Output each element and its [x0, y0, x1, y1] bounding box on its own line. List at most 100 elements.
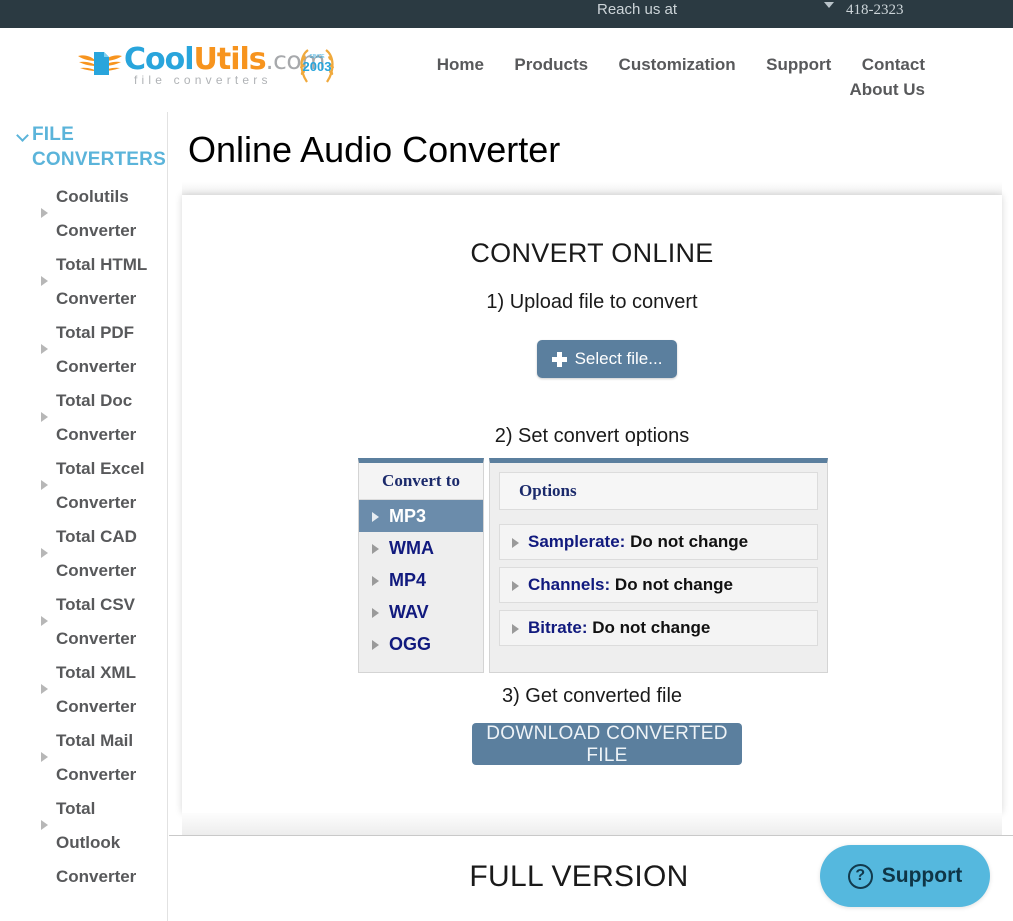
caret-right-icon: [372, 608, 379, 618]
option-name: Channels:: [528, 575, 611, 594]
caret-right-icon: [41, 616, 48, 626]
sidebar-item-label: Coolutils Converter: [56, 187, 137, 240]
caret-right-icon: [41, 752, 48, 762]
format-option-ogg[interactable]: OGG: [359, 628, 483, 660]
convert-online-heading: CONVERT ONLINE: [470, 238, 714, 268]
convert-options-panel: Convert to MP3 WMA MP4 WAV OGG Options S…: [358, 458, 828, 673]
reach-us-label: Reach us at: [597, 1, 678, 18]
caret-right-icon: [41, 412, 48, 422]
format-option-label: MP4: [389, 570, 427, 590]
nav-item-home[interactable]: Home: [437, 53, 484, 77]
step-2-label: 2) Set convert options: [494, 425, 690, 447]
logo-utils-text: Utils: [193, 42, 267, 77]
option-name: Bitrate:: [528, 618, 588, 637]
caret-right-icon: [372, 544, 379, 554]
nav-item-products[interactable]: Products: [514, 53, 588, 77]
sidebar-item-label: Total HTML Converter: [56, 255, 147, 308]
caret-right-icon: [41, 548, 48, 558]
caret-right-icon: [41, 820, 48, 830]
caret-right-icon: [372, 576, 379, 586]
format-option-label: WAV: [389, 602, 429, 622]
convert-to-column: Convert to MP3 WMA MP4 WAV OGG: [358, 458, 484, 673]
sidebar-item-label: Total Doc Converter: [56, 391, 137, 444]
question-circle-icon: ?: [847, 863, 873, 889]
option-row-samplerate[interactable]: Samplerate: Do not change: [499, 524, 818, 560]
phone-number[interactable]: 418-2323: [846, 0, 904, 20]
sidebar-item-coolutils-converter[interactable]: Coolutils Converter: [0, 180, 167, 248]
sidebar-item-total-html-converter[interactable]: Total HTML Converter: [0, 248, 167, 316]
caret-right-icon: [372, 512, 379, 522]
sidebar-header-label: FILE CONVERTERS: [32, 124, 166, 170]
option-value: Do not change: [592, 618, 711, 637]
nav-item-customization[interactable]: Customization: [619, 53, 736, 77]
sidebar-item-label: Total CAD Converter: [56, 527, 137, 580]
caret-down-icon[interactable]: [824, 2, 834, 8]
format-option-mp4[interactable]: MP4: [359, 564, 483, 596]
options-column: Options Samplerate: Do not change Channe…: [489, 458, 828, 673]
sidebar-item-total-cad-converter[interactable]: Total CAD Converter: [0, 520, 167, 588]
format-option-mp3[interactable]: MP3: [359, 500, 483, 532]
caret-right-icon: [512, 581, 519, 591]
winged-document-icon: [78, 48, 122, 78]
step-3-label: 3) Get converted file: [501, 685, 683, 707]
sidebar-item-total-xml-converter[interactable]: Total XML Converter: [0, 656, 167, 724]
sidebar-item-total-pdf-converter[interactable]: Total PDF Converter: [0, 316, 167, 384]
card-bottom-shading: [182, 813, 1002, 835]
sidebar-item-total-excel-converter[interactable]: Total Excel Converter: [0, 452, 167, 520]
caret-right-icon: [512, 624, 519, 634]
svg-text:2003: 2003: [303, 59, 332, 74]
format-option-wma[interactable]: WMA: [359, 532, 483, 564]
sidebar-item-label: Total XML Converter: [56, 663, 137, 716]
caret-right-icon: [41, 276, 48, 286]
plus-icon: [551, 351, 567, 367]
support-widget-button[interactable]: ? Support: [820, 845, 990, 907]
card-top-shading: [182, 182, 1002, 196]
sidebar-item-label: Total CSV Converter: [56, 595, 137, 648]
option-row-bitrate[interactable]: Bitrate: Do not change: [499, 610, 818, 646]
format-option-label: WMA: [389, 538, 434, 558]
logo-cool-text: Cool: [124, 42, 195, 77]
sidebar-item-label: Total Excel Converter: [56, 459, 145, 512]
caret-right-icon: [41, 344, 48, 354]
sidebar-item-total-csv-converter[interactable]: Total CSV Converter: [0, 588, 167, 656]
caret-right-icon: [512, 538, 519, 548]
main-navigation: Home Products Customization Support Cont…: [390, 53, 950, 103]
nav-item-contact[interactable]: Contact: [862, 53, 925, 77]
format-option-wav[interactable]: WAV: [359, 596, 483, 628]
sidebar-item-label: Total PDF Converter: [56, 323, 137, 376]
sidebar-item-total-mail-converter[interactable]: Total Mail Converter: [0, 724, 167, 792]
option-value: Do not change: [614, 575, 733, 594]
logo-tagline: file converters: [134, 73, 272, 87]
sidebar-item-list: Coolutils Converter Total HTML Converter…: [0, 180, 167, 894]
option-name: Samplerate:: [528, 532, 626, 551]
page-root: Reach us at 418-2323 CoolUtils.com file …: [0, 0, 1013, 921]
caret-right-icon: [41, 208, 48, 218]
step-1-label: 1) Upload file to convert: [486, 291, 698, 313]
option-row-channels[interactable]: Channels: Do not change: [499, 567, 818, 603]
since-2003-badge-icon: SINCE 2003: [294, 44, 340, 90]
sidebar-item-total-doc-converter[interactable]: Total Doc Converter: [0, 384, 167, 452]
convert-online-card: CONVERT ONLINE 1) Upload file to convert…: [182, 195, 1002, 813]
nav-item-support[interactable]: Support: [766, 53, 831, 77]
convert-to-header: Convert to: [359, 463, 483, 500]
format-option-label: OGG: [389, 634, 432, 654]
caret-right-icon: [372, 640, 379, 650]
select-file-button-label: Select file...: [574, 349, 663, 368]
select-file-button[interactable]: Select file...: [537, 340, 677, 378]
masthead: CoolUtils.com file converters SINCE 2003: [0, 28, 1013, 110]
option-value: Do not change: [630, 532, 749, 551]
support-widget-label: Support: [881, 864, 963, 887]
download-converted-file-button[interactable]: DOWNLOAD CONVERTED FILE: [472, 723, 742, 766]
format-option-label: MP3: [389, 506, 427, 526]
sidebar: FILE CONVERTERS Coolutils Converter Tota…: [0, 112, 168, 921]
sidebar-item-label: Total Outlook Converter: [56, 799, 137, 886]
sidebar-item-total-outlook-converter[interactable]: Total Outlook Converter: [0, 792, 167, 894]
sidebar-header-file-converters[interactable]: FILE CONVERTERS: [0, 112, 167, 176]
caret-right-icon: [41, 684, 48, 694]
section-divider: [169, 835, 1013, 836]
page-title: Online Audio Converter: [188, 129, 561, 170]
site-logo[interactable]: CoolUtils.com file converters SINCE 2003: [78, 40, 348, 90]
sidebar-item-label: Total Mail Converter: [56, 731, 137, 784]
nav-item-about-us[interactable]: About Us: [849, 78, 925, 102]
options-header: Options: [499, 472, 818, 510]
